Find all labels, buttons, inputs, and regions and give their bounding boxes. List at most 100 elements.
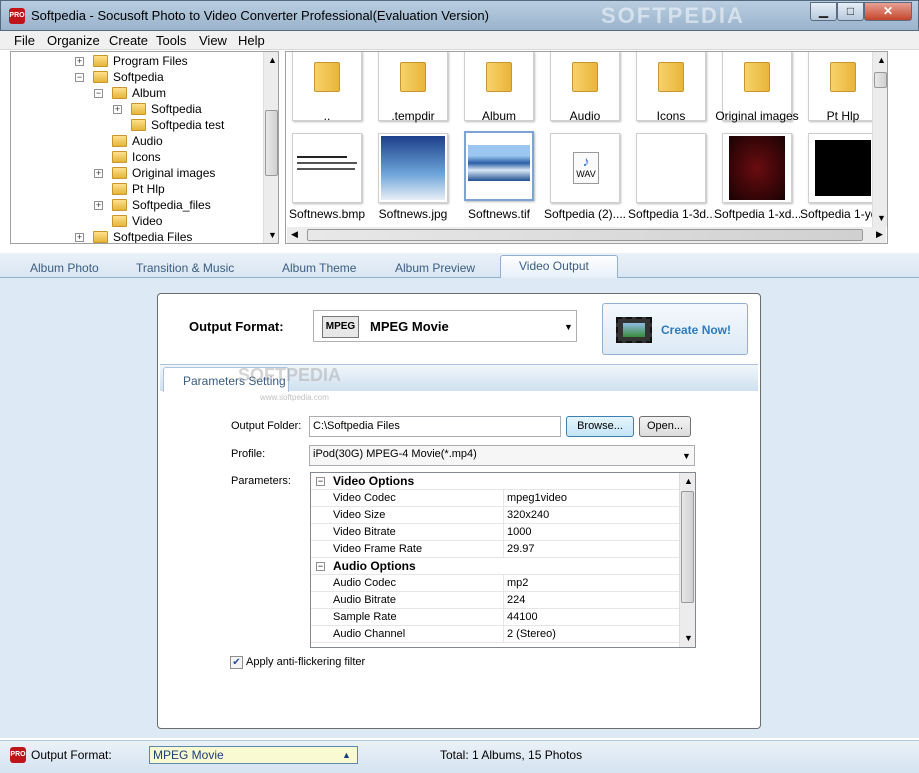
scroll-down-icon[interactable]: ▼ — [877, 213, 886, 223]
expand-icon[interactable]: + — [94, 169, 103, 178]
maximize-button[interactable]: □ — [837, 2, 864, 21]
thumbs-hscrollbar[interactable]: ◀ ▶ — [287, 227, 886, 243]
chevron-up-icon: ▲ — [342, 750, 351, 760]
doc-text-line — [297, 156, 347, 158]
thumb-label: Icons — [656, 109, 686, 123]
antiflicker-label[interactable]: Apply anti-flickering filter — [246, 656, 365, 668]
thumbs-vscrollbar[interactable]: ▲ ▼ — [872, 52, 887, 227]
expand-icon[interactable]: + — [75, 233, 84, 242]
profile-value: iPod(30G) MPEG-4 Movie(*.mp4) — [313, 448, 477, 460]
tab-album-theme[interactable]: Album Theme — [282, 261, 356, 275]
menu-help[interactable]: Help — [238, 33, 265, 48]
folder-icon — [658, 62, 684, 92]
scroll-down-icon[interactable]: ▼ — [684, 633, 693, 643]
open-button[interactable]: Open... — [639, 416, 691, 437]
thumb-softnews-bmp[interactable] — [292, 133, 362, 203]
folder-icon — [112, 183, 127, 195]
tab-transition-music[interactable]: Transition & Music — [136, 261, 234, 275]
thumb-label: .tempdir — [391, 109, 435, 123]
tab-album-preview[interactable]: Album Preview — [395, 261, 475, 275]
group-audio-options[interactable]: − Audio Options — [311, 558, 679, 575]
param-row[interactable]: Video Size 320x240 — [311, 507, 679, 524]
folder-tree[interactable]: + Program Files − Softpedia − Album + Softpe… — [10, 51, 279, 244]
thumb-label: Softnews.tif — [467, 207, 531, 221]
folder-icon — [131, 119, 146, 131]
thumb-softnews-jpg[interactable] — [378, 133, 448, 203]
param-row[interactable]: Video Frame Rate 29.97 — [311, 541, 679, 558]
tab-album-photo[interactable]: Album Photo — [30, 261, 99, 275]
browse-button[interactable]: Browse... — [566, 416, 634, 437]
menu-create[interactable]: Create — [109, 33, 148, 48]
collapse-icon[interactable]: − — [316, 477, 325, 486]
thumb-softnews-tif[interactable] — [464, 131, 534, 201]
group-video-options[interactable]: − Video Options — [311, 473, 679, 490]
maximize-icon: □ — [846, 4, 855, 18]
status-format-label: Output Format: — [31, 748, 112, 762]
status-format-select[interactable]: MPEG Movie ▲ — [149, 746, 358, 764]
scroll-up-icon[interactable]: ▲ — [684, 476, 693, 486]
thumb-softpedia-3d[interactable] — [636, 133, 706, 203]
folder-icon — [93, 55, 108, 67]
output-format-value: MPEG Movie — [370, 319, 449, 334]
status-total: Total: 1 Albums, 15 Photos — [440, 748, 583, 762]
create-now-button[interactable]: Create Now! — [602, 303, 748, 355]
param-row[interactable]: Sample Rate 44100 — [311, 609, 679, 626]
param-row[interactable]: Audio Codec mp2 — [311, 575, 679, 592]
param-row[interactable]: Audio Bitrate 224 — [311, 592, 679, 609]
menu-file[interactable]: File — [14, 33, 35, 48]
expand-icon[interactable]: + — [113, 105, 122, 114]
create-now-label: Create Now! — [661, 323, 732, 337]
grid-scrollbar[interactable]: ▲ ▼ — [679, 473, 695, 647]
menu-view[interactable]: View — [199, 33, 227, 48]
thumb-label: .. — [323, 109, 331, 123]
profile-select[interactable]: iPod(30G) MPEG-4 Movie(*.mp4) ▼ — [309, 445, 695, 466]
param-row[interactable]: Video Codec mpeg1video — [311, 490, 679, 507]
title-bar: PRO Softpedia - Socusoft Photo to Video … — [0, 0, 919, 31]
window-title: Softpedia - Socusoft Photo to Video Conv… — [31, 8, 489, 23]
scroll-right-icon[interactable]: ▶ — [876, 229, 883, 240]
scroll-thumb[interactable] — [307, 229, 863, 241]
thumb-label: Audio — [569, 109, 601, 123]
menu-tools[interactable]: Tools — [156, 33, 186, 48]
folder-icon — [112, 135, 127, 147]
menu-organize[interactable]: Organize — [47, 33, 100, 48]
film-icon — [616, 317, 652, 343]
menu-bar: File Organize Create Tools View Help — [0, 31, 919, 50]
thumbnail-panel[interactable]: .. .tempdir Album Audio Icons Original i… — [285, 51, 888, 244]
thumb-softpedia-yd[interactable] — [808, 133, 878, 203]
expand-icon[interactable]: + — [75, 57, 84, 66]
wav-file-icon: ♪ WAV — [573, 152, 599, 184]
collapse-icon[interactable]: − — [316, 562, 325, 571]
minimize-button[interactable]: ▁ — [810, 2, 837, 21]
output-folder-field[interactable]: C:\Softpedia Files — [309, 416, 561, 437]
tree-scrollbar[interactable]: ▲ ▼ — [263, 52, 278, 243]
minimize-icon: ▁ — [818, 4, 829, 18]
expand-icon[interactable]: + — [94, 201, 103, 210]
folder-icon — [112, 151, 127, 163]
collapse-icon[interactable]: − — [94, 89, 103, 98]
parameters-label: Parameters: — [231, 475, 291, 487]
thumb-softpedia-xd[interactable] — [722, 133, 792, 203]
main-tabs: Album Photo Transition & Music Album The… — [0, 253, 919, 278]
tab-video-output[interactable]: Video Output — [500, 255, 618, 278]
scroll-thumb[interactable] — [874, 72, 887, 88]
scroll-thumb[interactable] — [681, 491, 694, 603]
scroll-down-icon[interactable]: ▼ — [268, 230, 277, 240]
parameters-grid[interactable]: − Video Options Video Codec mpeg1video Vid… — [310, 472, 696, 648]
thumb-label: Softnews.jpg — [378, 207, 448, 221]
thumb-label: Softpedia 1-3d... — [628, 207, 714, 221]
close-button[interactable]: ✕ — [864, 2, 912, 21]
param-row[interactable]: Video Bitrate 1000 — [311, 524, 679, 541]
folder-icon — [112, 87, 127, 99]
doc-text-line — [297, 162, 357, 164]
scroll-up-icon[interactable]: ▲ — [877, 55, 886, 65]
scroll-up-icon[interactable]: ▲ — [268, 55, 277, 65]
scroll-left-icon[interactable]: ◀ — [291, 229, 298, 240]
photo-image — [815, 140, 871, 196]
watermark: SOFTPEDIA — [238, 365, 342, 385]
scroll-thumb[interactable] — [265, 110, 278, 176]
antiflicker-checkbox[interactable]: ✔ — [230, 656, 243, 669]
thumb-softpedia-wav[interactable]: ♪ WAV — [550, 133, 620, 203]
param-row[interactable]: Audio Channel 2 (Stereo) — [311, 626, 679, 643]
collapse-icon[interactable]: − — [75, 73, 84, 82]
